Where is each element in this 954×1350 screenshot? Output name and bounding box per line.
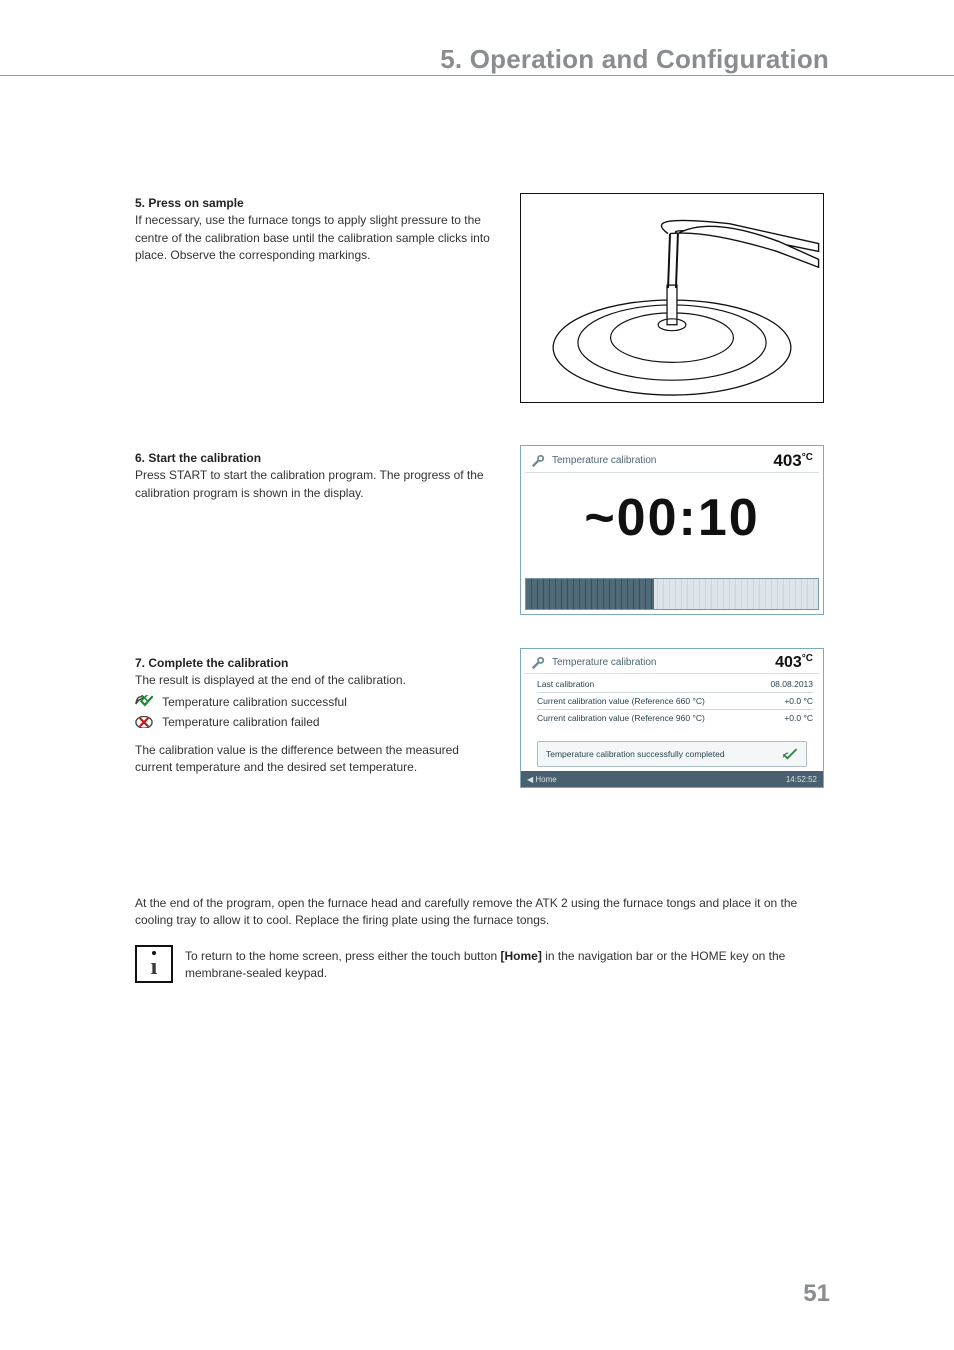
result-header: Temperature calibration 403°C (525, 652, 819, 674)
bottom-paragraph: At the end of the program, open the furn… (135, 895, 825, 930)
step7-block: 7. Complete the calibration The result i… (135, 655, 490, 776)
check-icon (135, 695, 153, 708)
info-text-pre: To return to the home screen, press eith… (185, 949, 501, 963)
step6-heading: 6. Start the calibration (135, 450, 490, 467)
chapter-title: 5. Operation and Configuration (440, 44, 829, 75)
result-device: 403 (775, 654, 802, 671)
result-footer: ◀ Home 14:52:52 (521, 771, 823, 787)
check-icon (782, 748, 798, 760)
result-r1-value: 08.08.2013 (770, 679, 813, 689)
table-row: Current calibration value (Reference 660… (537, 694, 813, 708)
wrench-icon (531, 454, 545, 468)
progress-title: Temperature calibration (552, 455, 657, 466)
step7-success-label: Temperature calibration successful (162, 695, 347, 709)
step5-heading: 5. Press on sample (135, 195, 490, 212)
figure-progress-screen: Temperature calibration 403°C ~00:10 (520, 445, 824, 615)
result-r1-label: Last calibration (537, 679, 594, 689)
step5-body: If necessary, use the furnace tongs to a… (135, 212, 490, 264)
info-text: To return to the home screen, press eith… (185, 948, 825, 983)
wrench-icon (531, 656, 545, 670)
progress-bar (525, 578, 819, 610)
result-message-box: Temperature calibration successfully com… (537, 741, 807, 767)
figure-press-sample (520, 193, 824, 403)
home-button-label: Home (535, 775, 556, 784)
info-text-bold: [Home] (501, 949, 542, 963)
figure-result-screen: Temperature calibration 403°C Last calib… (520, 648, 824, 788)
result-r3-value: +0.0 °C (784, 713, 813, 723)
result-title: Temperature calibration (552, 657, 657, 668)
result-clock: 14:52:52 (786, 775, 817, 784)
step7-success-row: Temperature calibration successful (135, 694, 490, 711)
info-icon: ı (135, 945, 173, 983)
result-rows: Last calibration 08.08.2013 Current cali… (537, 677, 813, 725)
step5-block: 5. Press on sample If necessary, use the… (135, 195, 490, 265)
table-row: Current calibration value (Reference 960… (537, 711, 813, 725)
header-rule (0, 75, 954, 76)
result-r3-label: Current calibration value (Reference 960… (537, 713, 705, 723)
progress-unit: °C (802, 452, 813, 463)
step7-line1: The result is displayed at the end of th… (135, 672, 490, 689)
result-r2-label: Current calibration value (Reference 660… (537, 696, 705, 706)
result-message: Temperature calibration successfully com… (546, 749, 725, 759)
result-r2-value: +0.0 °C (784, 696, 813, 706)
page-number: 51 (803, 1280, 830, 1308)
progress-device: 403 (773, 451, 801, 470)
result-unit: °C (802, 653, 813, 664)
cross-icon (135, 716, 153, 729)
progress-header: Temperature calibration 403°C (525, 449, 819, 473)
step7-heading: 7. Complete the calibration (135, 655, 490, 672)
step6-body: Press START to start the calibration pro… (135, 467, 490, 502)
step6-block: 6. Start the calibration Press START to … (135, 450, 490, 502)
home-button[interactable]: ◀ Home (527, 775, 557, 784)
step7-failed-label: Temperature calibration failed (162, 715, 319, 729)
step7-line2: The calibration value is the difference … (135, 742, 490, 777)
step7-failed-row: Temperature calibration failed (135, 714, 490, 731)
table-row: Last calibration 08.08.2013 (537, 677, 813, 691)
progress-time: ~00:10 (521, 488, 823, 548)
